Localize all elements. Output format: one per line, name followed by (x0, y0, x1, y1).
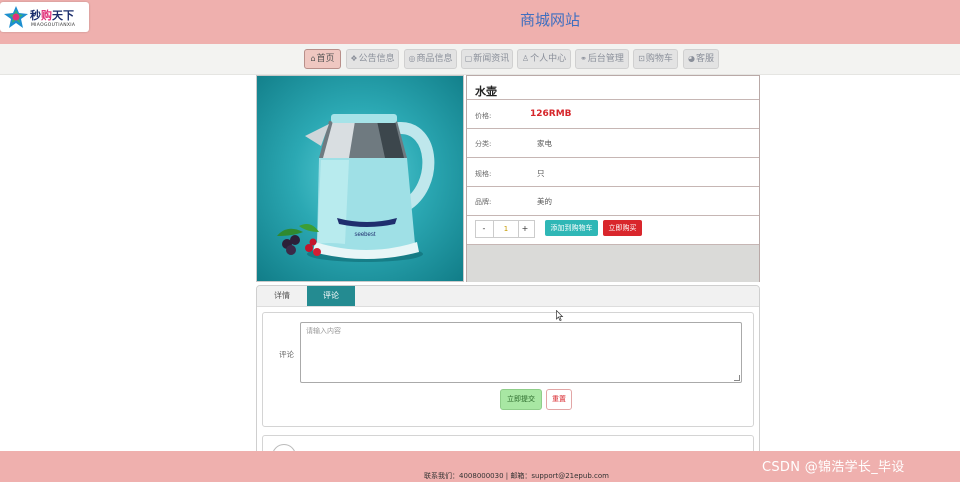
nav-item-cart[interactable]: ⊡购物车 (633, 49, 678, 69)
price-value: 126RMB (530, 109, 572, 119)
quantity-stepper: - 1 + (475, 220, 535, 238)
add-to-cart-button[interactable]: 添加到购物车 (545, 220, 598, 236)
announcement-icon: ❖ (350, 54, 358, 63)
product-name: 水壶 (475, 85, 497, 98)
footer-contact: 联系我们：4008000030 | 邮箱：support@21epub.com (424, 472, 609, 480)
nav-item-news[interactable]: ▢新闻资讯 (461, 49, 513, 69)
qty-increase-button[interactable]: + (517, 221, 533, 237)
qty-input[interactable]: 1 (493, 221, 519, 237)
brand-value: 美的 (537, 197, 552, 206)
price-label: 价格: (475, 112, 492, 120)
divider (467, 215, 759, 216)
nav-item-service[interactable]: ◕客服 (683, 49, 719, 69)
watermark: CSDN @锦浩学长_毕设 (762, 460, 905, 475)
detail-tabs-panel: 详情 评论 评论 请输入内容 立即提交 重置 (256, 285, 760, 467)
logo-subtext: MIAOGOUTIANXIA (31, 23, 76, 28)
spec-label: 规格: (475, 170, 492, 178)
submit-comment-button[interactable]: 立即提交 (500, 389, 542, 410)
main-navbar: ⌂首页 ❖公告信息 ◎商品信息 ▢新闻资讯 ♙个人中心 ⚭后台管理 ⊡购物车 ◕… (0, 44, 960, 75)
divider (467, 128, 759, 129)
nav-item-admin[interactable]: ⚭后台管理 (575, 49, 629, 69)
site-logo[interactable]: 秒购天下 MIAOGOUTIANXIA (0, 2, 89, 32)
reset-button[interactable]: 重置 (546, 389, 572, 410)
spec-value: 只 (537, 169, 545, 178)
nav-item-home[interactable]: ⌂首页 (304, 49, 341, 69)
logo-star-icon (4, 6, 28, 28)
news-icon: ▢ (464, 54, 473, 63)
product-info-panel: 水壶 价格: 126RMB 分类: 家电 规格: 只 品牌: 美的 - 1 + … (466, 75, 760, 282)
divider (467, 99, 759, 100)
info-panel-footer (467, 244, 759, 282)
kettle-image: seebest (277, 114, 435, 262)
tab-comments[interactable]: 评论 (307, 286, 355, 306)
kettle-brand-text: seebest (354, 232, 375, 238)
resize-grip-icon[interactable] (734, 375, 740, 381)
service-icon: ◕ (688, 54, 695, 63)
category-label: 分类: (475, 140, 492, 148)
comment-label: 评论 (279, 350, 294, 359)
divider (467, 157, 759, 158)
mouse-cursor-icon (556, 310, 564, 321)
user-icon: ♙ (521, 54, 530, 63)
cart-icon: ⊡ (638, 54, 645, 63)
product-image: seebest (256, 75, 464, 282)
link-icon: ⚭ (580, 54, 587, 63)
nav-item-products[interactable]: ◎商品信息 (404, 49, 457, 69)
tabs-bar: 详情 评论 (257, 286, 759, 307)
divider (467, 186, 759, 187)
qty-decrease-button[interactable]: - (476, 221, 492, 237)
tab-details[interactable]: 详情 (257, 286, 307, 306)
comment-form: 评论 请输入内容 立即提交 重置 (262, 312, 754, 427)
logo-text: 秒购天下 (30, 9, 74, 22)
buy-now-button[interactable]: 立即购买 (603, 220, 642, 236)
nav-item-profile[interactable]: ♙个人中心 (517, 49, 571, 69)
comment-textarea[interactable]: 请输入内容 (300, 322, 742, 383)
site-header: 秒购天下 MIAOGOUTIANXIA 商城网站 (0, 0, 960, 44)
site-title: 商城网站 (520, 11, 581, 29)
product-icon: ◎ (408, 54, 416, 63)
nav-item-announcements[interactable]: ❖公告信息 (346, 49, 399, 69)
home-icon: ⌂ (310, 54, 316, 63)
brand-label: 品牌: (475, 198, 492, 206)
category-value: 家电 (537, 139, 552, 148)
